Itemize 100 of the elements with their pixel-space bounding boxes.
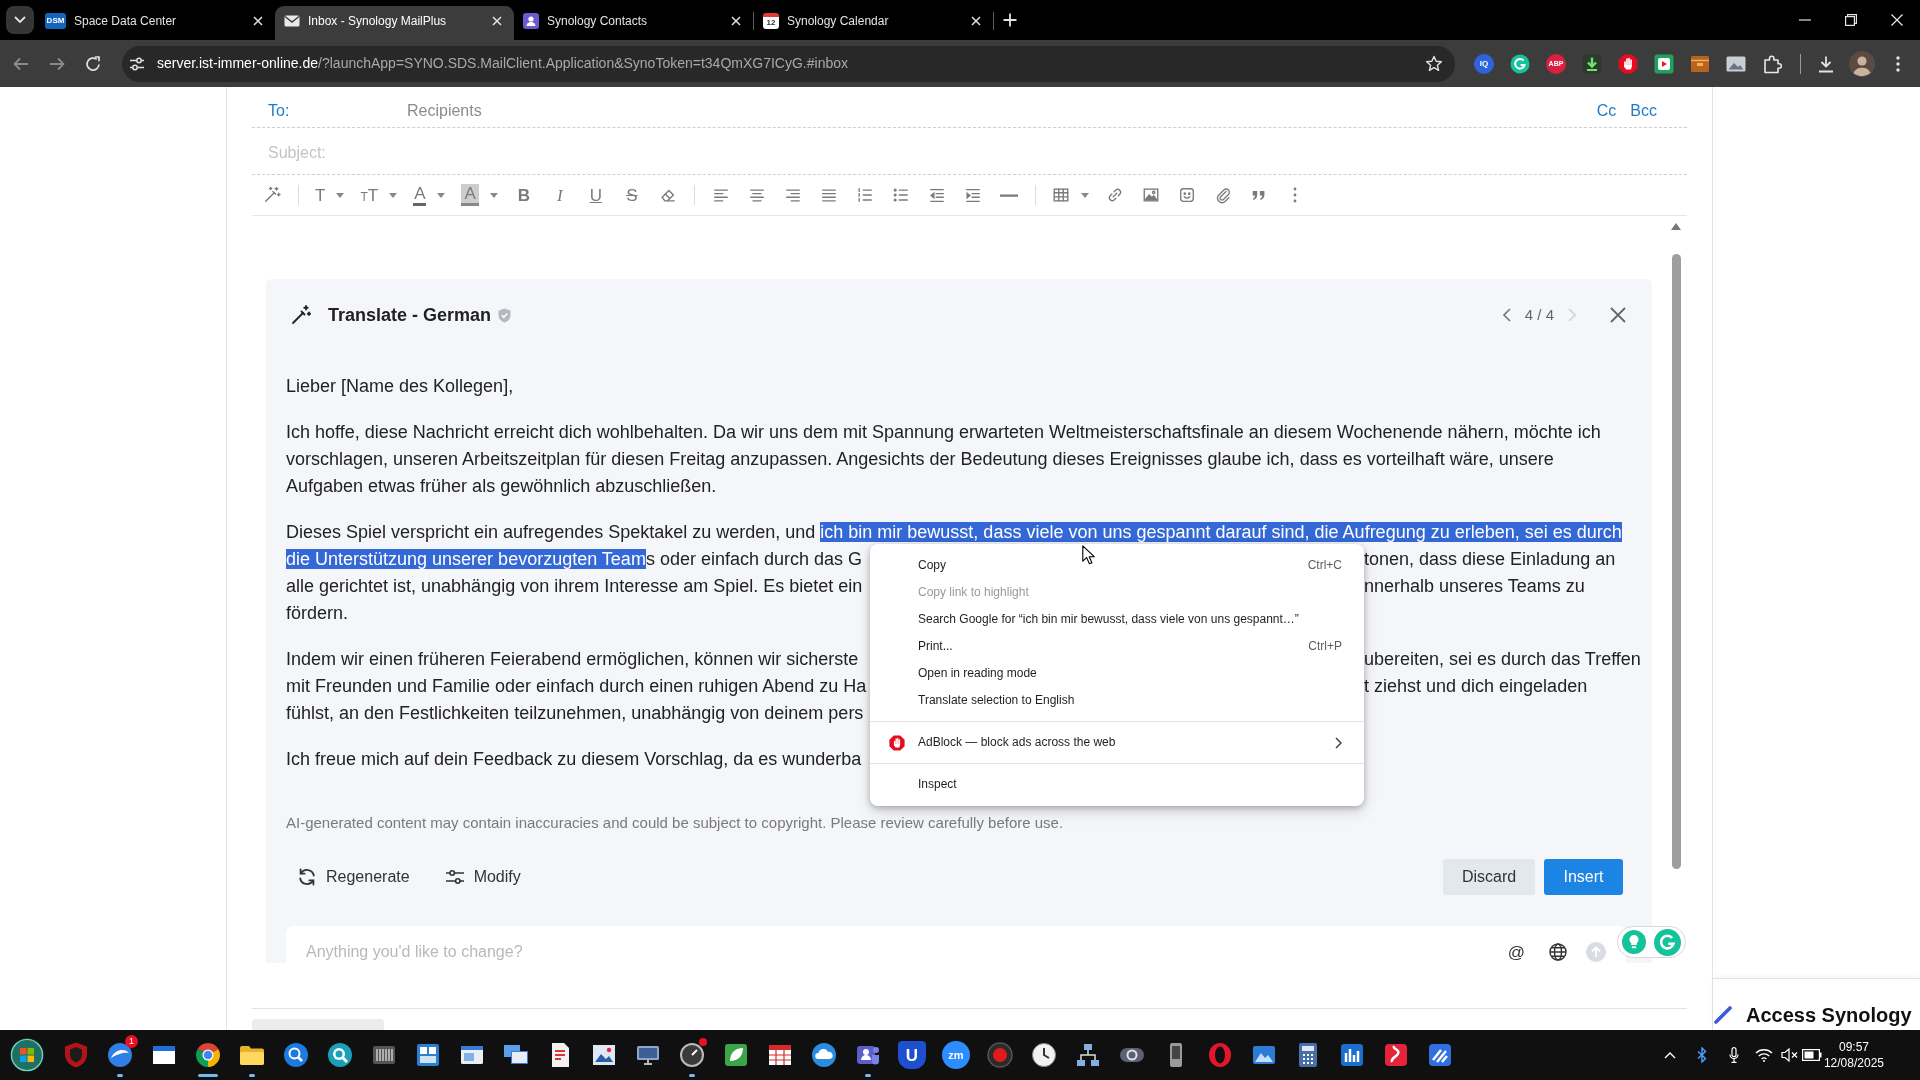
menu-item[interactable]: Open in reading mode	[870, 660, 1364, 687]
more-icon[interactable]	[1896, 55, 1900, 72]
align-center-icon[interactable]	[747, 186, 766, 204]
action-button[interactable]: Regenerate	[297, 867, 410, 887]
speaker-muted-icon[interactable]	[1780, 1048, 1799, 1062]
strikethrough-button[interactable]: S	[613, 180, 650, 210]
chevron-left-icon[interactable]	[1502, 308, 1511, 322]
body-text: Ich hoffe, diese Nachricht erreicht dich wohlbehalten. Da wir uns dem mit Spannung erwarteten Weltmeisterschaftsfinale an diesem Wochenende nähern, möchte ich	[286, 422, 1601, 442]
text-color-button[interactable]: A	[405, 180, 454, 210]
menu-item[interactable]: AdBlock — block ads across the web	[870, 729, 1364, 756]
body-text: mit Freunden und Familie oder einfach durch einen ruhigen Abend zu Ha	[286, 676, 867, 696]
plus-icon[interactable]	[1003, 13, 1017, 27]
extension-button[interactable]: IQ	[1474, 53, 1494, 74]
menu-item[interactable]: Copy Ctrl+C	[870, 552, 1364, 579]
ring-logo-icon[interactable]	[1510, 53, 1530, 74]
bullet-list-icon[interactable]	[891, 186, 910, 204]
address-field[interactable]: server.ist-immer-online.de/?launchApp=SYNO.SDS.MailClient.Application&SynoToken=t34QmXG7ICyG.#inbox	[122, 45, 1455, 82]
star-icon[interactable]	[1425, 54, 1443, 73]
magic-wand-icon[interactable]	[263, 186, 281, 204]
browser-tab[interactable]: Synology Contacts	[514, 6, 753, 40]
discard-button[interactable]: Discard	[1443, 859, 1535, 895]
play-tile-icon[interactable]	[1654, 53, 1674, 74]
bcc-link[interactable]: Bcc	[1630, 98, 1657, 123]
start-button-icon[interactable]	[10, 1038, 44, 1072]
cc-link[interactable]: Cc	[1596, 98, 1617, 123]
font-button[interactable]: T	[307, 180, 353, 210]
align-justify-icon[interactable]	[819, 186, 838, 204]
download-icon[interactable]	[1817, 54, 1835, 73]
body-text: vorschlagen, unseren Arbeitszeitplan für diesen Freitag anzupassen. Angesichts der Bedeutung dieses Ereignisses glaube ich, dass es vorteilhaft wäre, unsere	[286, 449, 1554, 469]
browser-tab[interactable]: 12 Synology Calendar	[754, 6, 993, 40]
to-label[interactable]: To:	[268, 98, 407, 123]
align-left-icon[interactable]	[711, 186, 730, 204]
menu-item[interactable]: Inspect	[870, 771, 1364, 798]
selected-text: die Unterstützung unserer bevorzugten Team	[286, 549, 646, 569]
envelope-icon	[284, 14, 300, 27]
body-text: ubereiten, sei es durch das Treffen	[1364, 649, 1641, 669]
running-indicator	[198, 1074, 218, 1077]
bold-button[interactable]: B	[505, 180, 542, 210]
selected-text: ich bin mir bewusst, dass viele von uns gespannt darauf sind, die Aufregung zu erleben, sei es durch	[820, 522, 1622, 542]
body-text: alle gerichtet ist, unabhängig von ihrem Interesse am Spiel. Es bietet ein	[286, 576, 863, 596]
menu-item[interactable]: Search Google for “ich bin mir bewusst, dass viele von uns gespannt…”	[870, 606, 1364, 633]
image-icon[interactable]	[1141, 186, 1160, 204]
prompt-field[interactable]: Anything you'd like to change? @	[286, 926, 1626, 963]
smiley-icon[interactable]	[1177, 186, 1196, 204]
insert-button[interactable]: Insert	[1544, 859, 1623, 895]
avatar-icon[interactable]	[1849, 50, 1875, 77]
magnifier-icon	[282, 1041, 310, 1069]
indent-icon[interactable]	[963, 186, 982, 204]
wifi-icon[interactable]	[1754, 1048, 1773, 1062]
horizontal-line-icon[interactable]	[999, 192, 1018, 198]
panel-title: Translate - German	[328, 306, 492, 324]
clock-time[interactable]: 09:57	[1823, 1039, 1884, 1055]
logo-tile: 12	[763, 12, 779, 29]
arrow-down-icon[interactable]	[1582, 53, 1602, 74]
box-icon[interactable]	[1690, 53, 1710, 74]
outdent-icon[interactable]	[927, 186, 946, 204]
browser-tab[interactable]: DSM Space Data Center	[36, 6, 275, 40]
font-size-button[interactable]: TT	[352, 180, 406, 210]
italic-button[interactable]: I	[541, 180, 578, 210]
body-text: fördern.	[286, 603, 349, 623]
page-counter: 4 / 4	[1524, 304, 1554, 325]
tab-list-button[interactable]	[6, 6, 34, 34]
scrollbar-thumb[interactable]	[1671, 254, 1681, 869]
align-right-icon[interactable]	[783, 186, 802, 204]
table-icon	[1051, 186, 1070, 204]
caret-icon	[389, 192, 398, 198]
recipients-field[interactable]: Recipients	[407, 98, 1583, 123]
globe-icon[interactable]	[1549, 943, 1567, 961]
restore-icon[interactable]	[1845, 14, 1857, 26]
caret-icon	[489, 192, 498, 198]
network-icon	[1074, 1041, 1102, 1069]
stop-hand-icon[interactable]	[1618, 53, 1638, 74]
reload-icon[interactable]	[85, 55, 101, 72]
scroll-up-icon[interactable]	[1671, 223, 1681, 230]
refresh-icon	[297, 867, 317, 887]
menu-item[interactable]: Translate selection to English	[870, 687, 1364, 714]
body-text: tonen, dass diese Einladung an	[1364, 549, 1616, 569]
clock-date[interactable]: 12/08/2025	[1823, 1055, 1884, 1071]
disclaimer-text: AI-generated content may contain inaccuracies and could be subject to copyright. Please review carefully before use.	[286, 813, 1065, 833]
mention-button[interactable]: @	[1507, 943, 1525, 961]
numbered-list-icon[interactable]	[855, 186, 874, 204]
more-icon[interactable]	[1292, 187, 1297, 203]
taskbar-button[interactable]: U	[890, 1030, 934, 1080]
logo-tile: U	[898, 1041, 926, 1069]
microphone-icon[interactable]	[1728, 1047, 1739, 1063]
sliders-icon[interactable]	[129, 55, 145, 72]
menu-item[interactable]: Print... Ctrl+P	[870, 633, 1364, 660]
puzzle-icon[interactable]	[1762, 53, 1782, 74]
action-button[interactable]: Modify	[444, 867, 521, 887]
bluetooth-icon[interactable]	[1696, 1047, 1707, 1063]
browser-tab[interactable]: Inbox - Synology MailPlus	[275, 6, 514, 40]
access-link[interactable]: Access Synology	[1746, 1003, 1912, 1027]
taskbar-button[interactable]: 1	[98, 1030, 142, 1080]
subject-field[interactable]: Subject:	[268, 141, 1687, 165]
underline-button[interactable]: U	[577, 180, 614, 210]
notification-dot-icon	[699, 1038, 707, 1046]
caret-icon	[1080, 192, 1089, 198]
chevron-up-icon[interactable]	[1663, 1051, 1676, 1059]
body-text: t ziehst und dich eingeladen	[1364, 676, 1588, 696]
battery-icon[interactable]	[1801, 1049, 1822, 1061]
